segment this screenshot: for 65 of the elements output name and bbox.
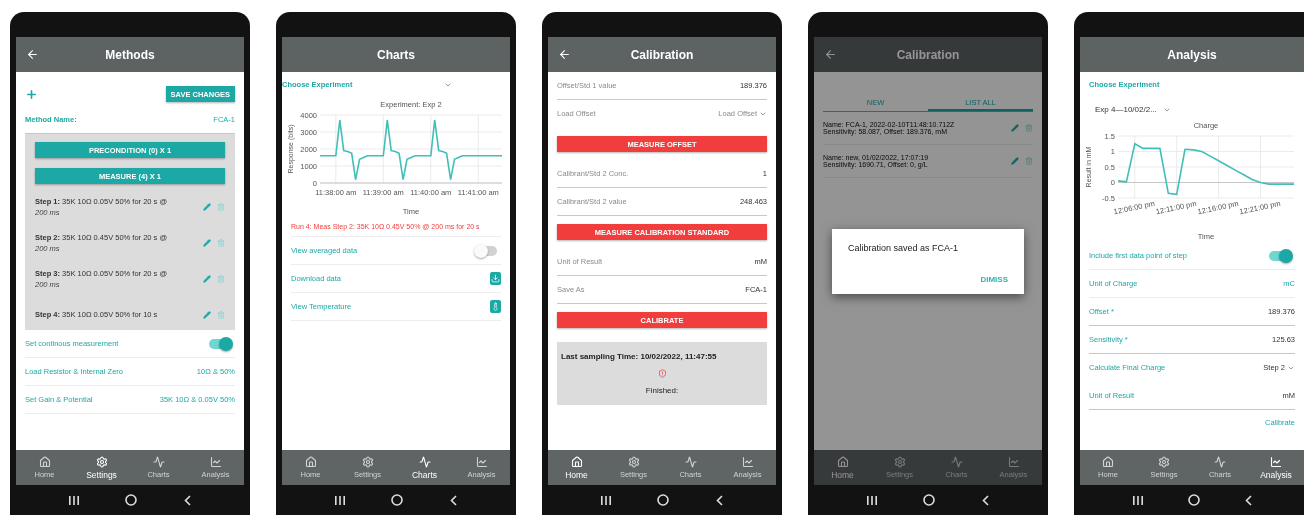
home-button-icon[interactable]	[657, 494, 670, 506]
experiment-select[interactable]: Exp 4—10/02/2...	[1089, 101, 1177, 118]
nav-item[interactable]: Charts	[400, 455, 449, 480]
recents-icon[interactable]	[69, 495, 80, 505]
add-icon[interactable]	[25, 87, 38, 101]
pulse-icon	[684, 456, 697, 468]
home-button-icon[interactable]	[391, 494, 404, 506]
pencil-icon[interactable]	[203, 311, 211, 319]
screen-title: Calibration	[896, 47, 960, 62]
home-icon	[38, 456, 51, 468]
settings-icon	[361, 456, 374, 468]
back-icon[interactable]	[981, 494, 989, 506]
toggle-switch[interactable]	[1269, 250, 1291, 261]
pulse-icon	[152, 456, 165, 468]
download-icon[interactable]	[490, 272, 501, 285]
back-arrow-icon[interactable]	[26, 48, 40, 61]
back-icon[interactable]	[183, 494, 191, 506]
settings-icon	[95, 455, 108, 468]
home-icon	[570, 455, 583, 468]
screen-title: Methods	[105, 47, 155, 62]
screen-title: Charts	[377, 47, 415, 62]
back-icon[interactable]	[715, 494, 723, 506]
chart-icon	[1270, 455, 1282, 468]
toggle-switch[interactable]	[209, 338, 231, 349]
pulse-icon	[950, 456, 963, 468]
chart-icon	[1007, 456, 1020, 468]
pencil-icon[interactable]	[203, 275, 211, 283]
home-button-icon[interactable]	[923, 494, 936, 506]
recents-icon[interactable]	[1132, 495, 1143, 505]
settings-icon	[1158, 456, 1170, 468]
dialog-message: Calibration saved as FCA-1	[848, 242, 960, 253]
back-arrow-icon[interactable]	[558, 48, 572, 61]
back-icon[interactable]	[1244, 494, 1252, 506]
pulse-icon	[418, 455, 431, 468]
screen-title: Calibration	[630, 47, 694, 62]
pulse-icon	[1214, 456, 1226, 468]
nav-item[interactable]: Analysis	[1252, 455, 1300, 480]
chart-icon	[741, 456, 754, 468]
pencil-icon[interactable]	[1011, 157, 1019, 165]
recents-icon[interactable]	[867, 495, 878, 505]
status-text: Finished:	[645, 386, 679, 395]
dismiss-button[interactable]: DIMISS	[980, 274, 1008, 284]
shield-icon	[657, 369, 667, 378]
nav-item[interactable]: Settings	[77, 455, 126, 480]
back-icon[interactable]	[449, 494, 457, 506]
home-button-icon[interactable]	[125, 494, 138, 506]
home-button-icon[interactable]	[1187, 494, 1200, 506]
back-arrow-icon[interactable]	[824, 48, 838, 61]
toggle-switch[interactable]	[475, 245, 497, 256]
recents-icon[interactable]	[335, 495, 346, 505]
home-icon	[1102, 456, 1114, 468]
settings-icon	[627, 456, 640, 468]
chart-icon	[209, 456, 222, 468]
recents-icon[interactable]	[601, 495, 612, 505]
chart-icon	[475, 456, 488, 468]
nav-item[interactable]: Home	[552, 455, 601, 480]
nav-item[interactable]: Home	[818, 455, 867, 480]
settings-icon	[893, 456, 906, 468]
pencil-icon[interactable]	[203, 239, 211, 247]
home-icon	[304, 456, 317, 468]
pencil-icon[interactable]	[203, 203, 211, 211]
screen-title: Analysis	[1167, 47, 1217, 62]
pencil-icon[interactable]	[1011, 124, 1019, 132]
sampling-time: Last sampling Time: 10/02/2022, 11:47:55	[561, 352, 717, 361]
home-icon	[836, 455, 849, 468]
